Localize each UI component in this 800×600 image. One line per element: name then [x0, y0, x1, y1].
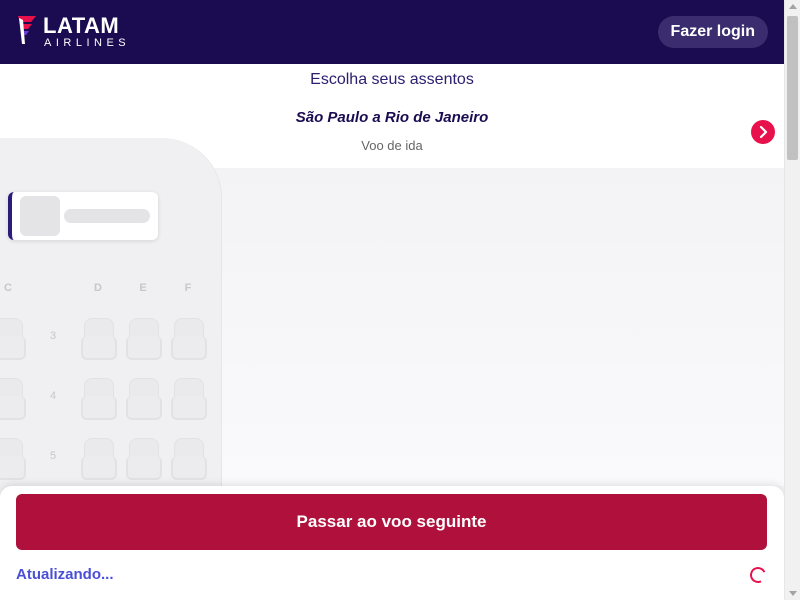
row-number-5: 5: [49, 450, 57, 462]
column-label-c: C: [4, 282, 12, 294]
seat-5f[interactable]: [171, 438, 207, 482]
latam-logo-mark-icon: [18, 16, 36, 44]
seat-3f[interactable]: [171, 318, 207, 362]
seat-4e[interactable]: [126, 378, 162, 422]
seat-5c[interactable]: [0, 438, 26, 482]
status-text: Atualizando...: [16, 566, 114, 583]
scroll-down-arrow-icon[interactable]: [789, 591, 797, 596]
placeholder-line: [64, 209, 150, 223]
seat-4f[interactable]: [171, 378, 207, 422]
scrollbar-thumb[interactable]: [787, 16, 798, 160]
latam-logo[interactable]: LATAM AIRLINES: [16, 14, 126, 50]
top-header: LATAM AIRLINES Fazer login: [0, 0, 800, 64]
login-button[interactable]: Fazer login: [657, 16, 768, 48]
row-number-3: 3: [49, 330, 57, 342]
seat-3c[interactable]: [0, 318, 26, 362]
column-label-f: F: [184, 282, 192, 294]
seat-3e[interactable]: [126, 318, 162, 362]
logo-subtext: AIRLINES: [44, 37, 131, 49]
column-label-e: E: [139, 282, 147, 294]
bottom-action-sheet: Passar ao voo seguinte Atualizando...: [0, 486, 784, 600]
row-number-4: 4: [49, 390, 57, 402]
seat-4c[interactable]: [0, 378, 26, 422]
flight-route: São Paulo a Rio de Janeiro: [295, 109, 489, 126]
logo-wordmark: LATAM: [43, 13, 120, 38]
chevron-right-icon: [759, 125, 768, 139]
spinner-icon: [747, 564, 769, 586]
seat-3d[interactable]: [81, 318, 117, 362]
seat-map: C D E F 3 4 5: [0, 138, 784, 558]
next-flight-button[interactable]: Passar ao voo seguinte: [16, 494, 767, 550]
seat-5d[interactable]: [81, 438, 117, 482]
vertical-scrollbar[interactable]: [784, 0, 800, 600]
column-label-d: D: [94, 282, 102, 294]
seat-5e[interactable]: [126, 438, 162, 482]
placeholder-avatar: [20, 196, 60, 236]
page-title: Escolha seus assentos: [310, 71, 474, 88]
seat-4d[interactable]: [81, 378, 117, 422]
scroll-up-arrow-icon[interactable]: [789, 4, 797, 9]
next-flight-arrow-button[interactable]: [751, 120, 775, 144]
loading-placeholder-card: [8, 192, 158, 240]
